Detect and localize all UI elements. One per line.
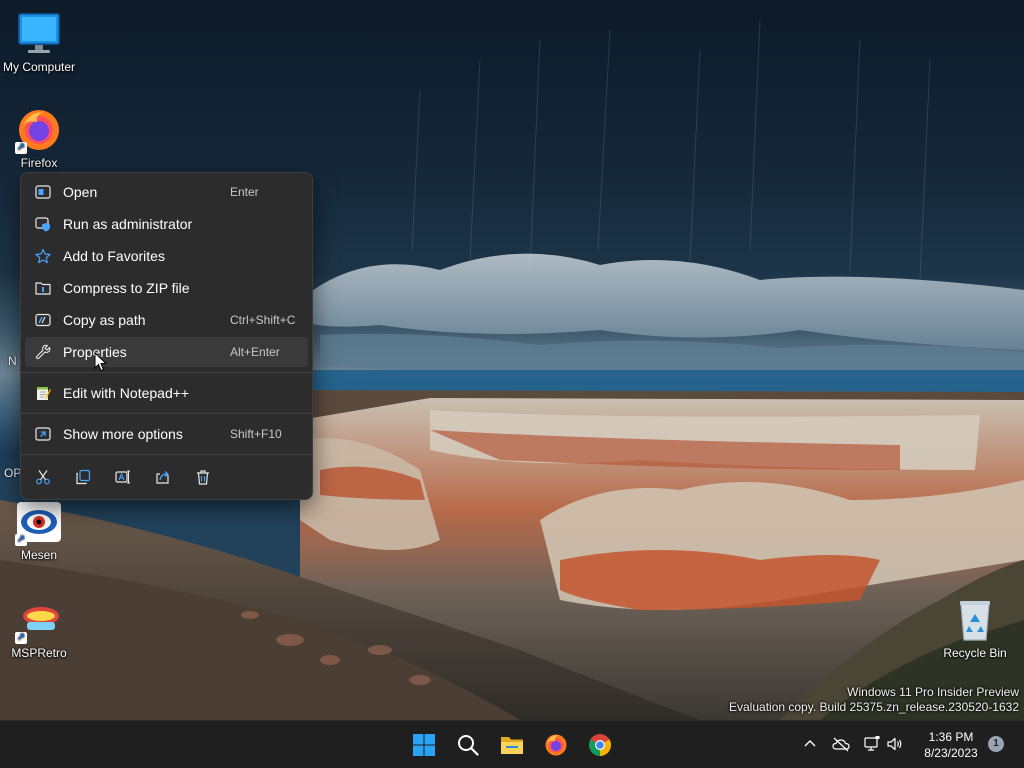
menu-item-properties[interactable]: Properties Alt+Enter <box>25 337 308 367</box>
recycle-bin-icon <box>951 596 999 644</box>
desktop-icon-label: Recycle Bin <box>943 646 1007 660</box>
desktop-icon-mspretro[interactable]: ↗ MSPRetro <box>1 596 77 660</box>
chrome-taskbar-button[interactable] <box>584 729 616 761</box>
firefox-taskbar-button[interactable] <box>540 729 572 761</box>
volume-button[interactable] <box>886 735 904 753</box>
path-icon <box>35 312 51 328</box>
menu-item-label: Open <box>63 184 98 200</box>
desktop-icon-label-partial: OP <box>4 466 22 480</box>
menu-item-shortcut: Shift+F10 <box>230 427 282 441</box>
menu-item-label: Run as administrator <box>63 216 193 232</box>
cut-button[interactable] <box>31 465 55 489</box>
watermark-edition: Windows 11 Pro Insider Preview <box>847 685 1019 699</box>
watermark-build: Evaluation copy. Build 25375.zn_release.… <box>729 700 1019 714</box>
menu-separator <box>21 372 312 373</box>
desktop-icon-label: Firefox <box>20 156 58 170</box>
delete-button[interactable] <box>191 465 215 489</box>
desktop-icon-recycle-bin[interactable]: Recycle Bin <box>937 596 1013 660</box>
notification-badge[interactable]: 1 <box>988 736 1004 752</box>
menu-item-compress-zip[interactable]: Compress to ZIP file <box>25 273 308 303</box>
taskbar: 1:36 PM 8/23/2023 1 <box>0 720 1024 768</box>
shortcut-arrow-icon: ↗ <box>15 632 27 644</box>
desktop-icon-label: My Computer <box>2 60 76 74</box>
copy-button[interactable] <box>71 465 95 489</box>
chevron-up-icon <box>801 740 819 757</box>
show-hidden-icons-button[interactable] <box>801 735 819 753</box>
menu-item-shortcut: Alt+Enter <box>230 345 280 359</box>
speaker-icon <box>886 737 904 757</box>
desktop-icon-label: Mesen <box>20 548 58 562</box>
more-options-icon <box>35 426 51 442</box>
windows-watermark: Windows 11 Pro Insider Preview Evaluatio… <box>729 685 1019 715</box>
desktop-icon-label: MSPRetro <box>11 646 67 660</box>
star-icon <box>35 248 51 264</box>
context-menu: Open Enter Run as administrator Add to F… <box>20 172 313 500</box>
mouse-cursor-icon <box>94 351 108 377</box>
menu-item-label: Show more options <box>63 426 183 442</box>
cloud-offline-icon <box>832 737 850 757</box>
menu-item-open[interactable]: Open Enter <box>25 177 308 207</box>
file-explorer-button[interactable] <box>496 729 528 761</box>
mesen-icon: ↗ <box>15 498 63 546</box>
share-button[interactable] <box>151 465 175 489</box>
onedrive-button[interactable] <box>832 735 850 753</box>
shortcut-arrow-icon: ↗ <box>15 142 27 154</box>
mspretro-icon: ↗ <box>15 596 63 644</box>
open-icon <box>35 184 51 200</box>
desktop-icon-my-computer[interactable]: My Computer <box>1 10 77 74</box>
network-icon <box>863 736 881 757</box>
menu-item-label: Copy as path <box>63 312 146 328</box>
menu-item-label: Add to Favorites <box>63 248 165 264</box>
menu-item-label: Edit with Notepad++ <box>63 385 190 401</box>
menu-item-copy-as-path[interactable]: Copy as path Ctrl+Shift+C <box>25 305 308 335</box>
menu-item-shortcut: Enter <box>230 185 259 199</box>
search-button[interactable] <box>452 729 484 761</box>
desktop-icon-mesen[interactable]: ↗ Mesen <box>1 498 77 562</box>
clock-button[interactable]: 1:36 PM 8/23/2023 <box>916 729 986 761</box>
firefox-icon: ↗ <box>15 106 63 154</box>
rename-button[interactable] <box>111 465 135 489</box>
shortcut-arrow-icon: ↗ <box>15 534 27 546</box>
menu-item-edit-with-notepad[interactable]: Edit with Notepad++ <box>25 378 308 408</box>
zip-icon <box>35 280 51 296</box>
menu-item-run-as-administrator[interactable]: Run as administrator <box>25 209 308 239</box>
notepad-icon <box>35 385 51 401</box>
start-button[interactable] <box>408 729 440 761</box>
clock-time: 1:36 PM <box>928 730 974 744</box>
clock-date: 8/23/2023 <box>924 746 978 760</box>
menu-item-add-to-favorites[interactable]: Add to Favorites <box>25 241 308 271</box>
menu-item-shortcut: Ctrl+Shift+C <box>230 313 296 327</box>
menu-item-show-more-options[interactable]: Show more options Shift+F10 <box>25 419 308 449</box>
desktop-icon-label-partial: N <box>8 354 17 368</box>
menu-item-label: Compress to ZIP file <box>63 280 190 296</box>
wrench-icon <box>35 344 51 360</box>
menu-separator <box>21 454 312 455</box>
shield-icon <box>35 216 51 232</box>
monitor-icon <box>15 10 63 58</box>
network-button[interactable] <box>863 735 881 753</box>
menu-separator <box>21 413 312 414</box>
desktop-icon-firefox[interactable]: ↗ Firefox <box>1 106 77 170</box>
